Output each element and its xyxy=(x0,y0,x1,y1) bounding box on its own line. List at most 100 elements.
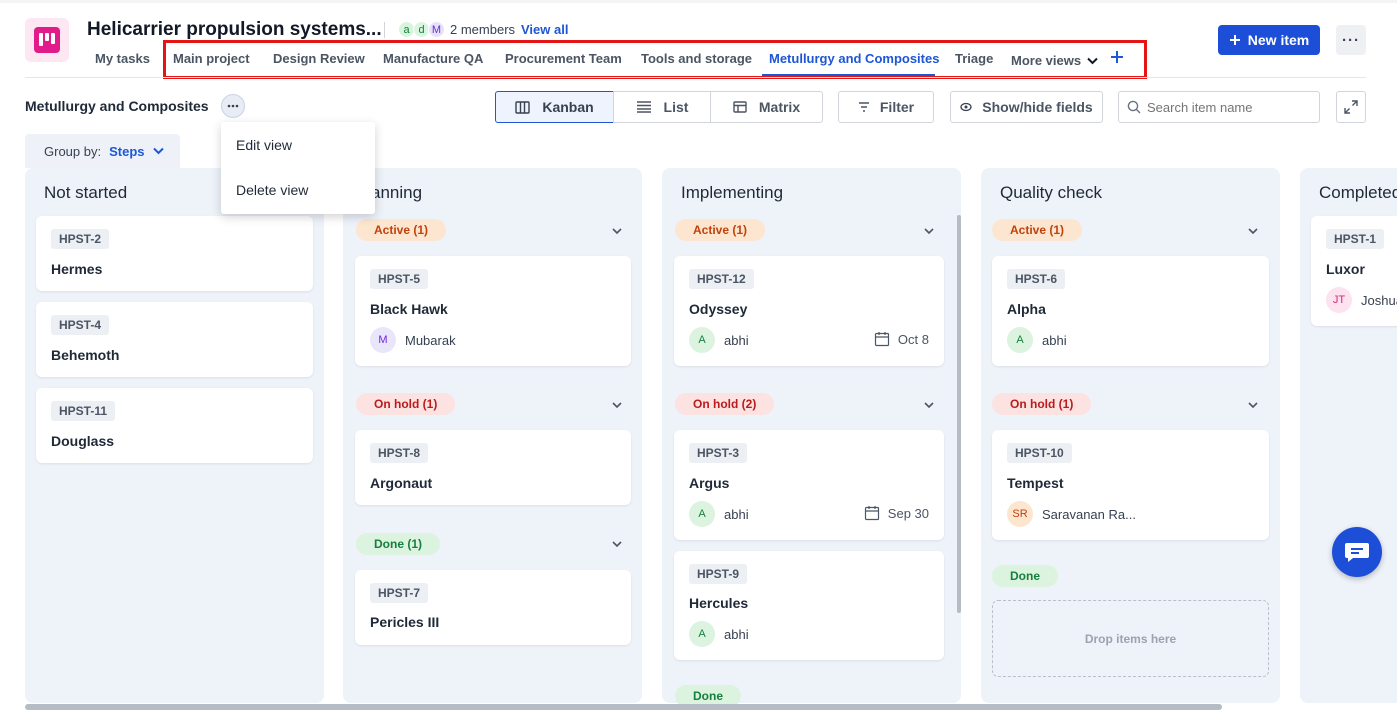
drop-zone[interactable]: Drop items here xyxy=(992,600,1269,677)
view-options-menu: Edit view Delete view xyxy=(221,122,375,214)
chat-button[interactable] xyxy=(1332,527,1382,577)
view-all-link[interactable]: View all xyxy=(521,22,568,37)
filter-icon xyxy=(858,102,869,112)
group-by-selector[interactable]: Group by: Steps xyxy=(25,134,180,168)
status-group-done[interactable]: Done (1) xyxy=(356,533,440,555)
avatar: SR xyxy=(1007,501,1033,527)
project-title[interactable]: Helicarrier propulsion systems... xyxy=(87,19,382,41)
kanban-card[interactable]: HPST-6 Alpha A abhi xyxy=(992,256,1269,366)
item-name: Pericles III xyxy=(370,614,440,630)
kanban-label: Kanban xyxy=(542,99,594,115)
status-group-on-hold[interactable]: On hold (1) xyxy=(992,393,1092,415)
assignee-name: abhi xyxy=(724,506,749,522)
assignee[interactable]: A abhi xyxy=(689,621,749,647)
status-group-on-hold[interactable]: On hold (2) xyxy=(675,393,775,415)
matrix-view-button[interactable]: Matrix xyxy=(710,91,823,123)
status-group-active[interactable]: Active (1) xyxy=(992,219,1083,241)
view-options-button[interactable] xyxy=(221,94,245,118)
assignee[interactable]: A abhi xyxy=(689,501,749,527)
assignee[interactable]: A abhi xyxy=(1007,327,1067,353)
item-id: HPST-8 xyxy=(370,443,429,463)
more-options-button[interactable]: ··· xyxy=(1336,25,1366,55)
assignee[interactable]: SR Saravanan Ra... xyxy=(1007,501,1136,527)
status-group-on-hold[interactable]: On hold (1) xyxy=(356,393,456,415)
column-completed: Completed HPST-1 Luxor JT Joshua xyxy=(1300,168,1397,703)
list-view-button[interactable]: List xyxy=(613,91,711,123)
new-item-label: New item xyxy=(1247,32,1310,48)
item-name: Behemoth xyxy=(51,347,120,363)
horizontal-scrollbar[interactable] xyxy=(25,704,1222,710)
kanban-card[interactable]: HPST-9 Hercules A abhi xyxy=(674,551,944,660)
more-horizontal-icon xyxy=(227,104,239,108)
chevron-down-icon[interactable] xyxy=(611,399,623,411)
due-date[interactable]: Sep 30 xyxy=(864,505,929,521)
chevron-down-icon[interactable] xyxy=(1247,399,1259,411)
tab-my-tasks[interactable]: My tasks xyxy=(95,51,150,66)
kanban-card[interactable]: HPST-10 Tempest SR Saravanan Ra... xyxy=(992,430,1269,540)
chevron-down-icon[interactable] xyxy=(923,225,935,237)
column-title: Quality check xyxy=(1000,183,1103,202)
chevron-down-icon[interactable] xyxy=(611,225,623,237)
column-scrollbar[interactable] xyxy=(957,215,961,613)
avatar: A xyxy=(689,621,715,647)
kanban-card[interactable]: HPST-4 Behemoth xyxy=(36,302,313,377)
group-by-value: Steps xyxy=(109,143,145,159)
eye-icon xyxy=(960,102,972,112)
column-title: Not started xyxy=(44,183,128,202)
kanban-card[interactable]: HPST-11 Douglass xyxy=(36,388,313,463)
due-date[interactable]: Oct 8 xyxy=(874,331,929,347)
matrix-icon xyxy=(733,101,747,113)
assignee[interactable]: JT Joshua xyxy=(1326,287,1397,313)
filter-label: Filter xyxy=(879,99,915,115)
chevron-down-icon[interactable] xyxy=(611,538,623,550)
filter-button[interactable]: Filter xyxy=(838,91,934,123)
plus-icon xyxy=(1229,35,1240,45)
kanban-card[interactable]: HPST-12 Odyssey A abhi Oct 8 xyxy=(674,256,944,366)
column-title: Completed xyxy=(1319,183,1397,202)
edit-view-menu-item[interactable]: Edit view xyxy=(236,137,292,153)
item-name: Argonaut xyxy=(370,475,433,491)
assignee[interactable]: M Mubarak xyxy=(370,327,456,353)
item-name: Luxor xyxy=(1326,261,1365,277)
item-id: HPST-11 xyxy=(51,401,116,421)
assignee-name: Saravanan Ra... xyxy=(1042,506,1136,522)
column-not-started: Not started HPST-2 Hermes HPST-4 Behemot… xyxy=(25,168,324,703)
expand-icon xyxy=(1344,100,1358,114)
item-name: Hermes xyxy=(51,261,103,277)
assignee[interactable]: A abhi xyxy=(689,327,749,353)
new-item-button[interactable]: New item xyxy=(1218,25,1320,55)
delete-view-menu-item[interactable]: Delete view xyxy=(236,182,308,198)
status-group-active[interactable]: Active (1) xyxy=(356,219,447,241)
item-name: Douglass xyxy=(51,433,115,449)
item-id: HPST-6 xyxy=(1007,269,1066,289)
chevron-down-icon[interactable] xyxy=(923,399,935,411)
avatar: JT xyxy=(1326,287,1352,313)
kanban-card[interactable]: HPST-1 Luxor JT Joshua xyxy=(1311,216,1397,326)
avatar: A xyxy=(689,501,715,527)
chevron-down-icon[interactable] xyxy=(1247,225,1259,237)
fullscreen-button[interactable] xyxy=(1336,91,1366,123)
item-id: HPST-12 xyxy=(689,269,754,289)
show-hide-label: Show/hide fields xyxy=(982,99,1093,115)
kanban-card[interactable]: HPST-7 Pericles III xyxy=(355,570,631,645)
search-input[interactable] xyxy=(1147,99,1317,115)
status-group-active[interactable]: Active (1) xyxy=(675,219,766,241)
assignee-name: Mubarak xyxy=(405,332,456,348)
kanban-card[interactable]: HPST-8 Argonaut xyxy=(355,430,631,505)
calendar-icon xyxy=(874,332,890,347)
kanban-card[interactable]: HPST-3 Argus A abhi Sep 30 xyxy=(674,430,944,540)
chevron-down-icon xyxy=(152,147,164,155)
member-avatar[interactable]: M xyxy=(428,21,445,38)
members-count: 2 members xyxy=(450,22,516,37)
kanban-card[interactable]: HPST-2 Hermes xyxy=(36,216,313,291)
show-hide-fields-button[interactable]: Show/hide fields xyxy=(950,91,1103,123)
avatar: A xyxy=(689,327,715,353)
kanban-view-button[interactable]: Kanban xyxy=(495,91,614,123)
avatar: M xyxy=(370,327,396,353)
kanban-card[interactable]: HPST-5 Black Hawk M Mubarak xyxy=(355,256,631,366)
assignee-name: abhi xyxy=(724,626,749,642)
status-group-done[interactable]: Done xyxy=(992,565,1058,587)
search-box[interactable] xyxy=(1118,91,1320,123)
column-quality-check: Quality check Active (1) HPST-6 Alpha A … xyxy=(981,168,1280,703)
list-label: List xyxy=(663,99,689,115)
